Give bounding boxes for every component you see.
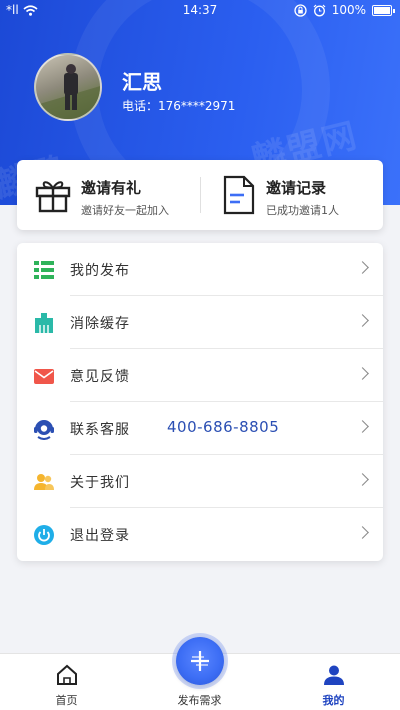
menu-item-feedback[interactable]: 意见反馈 [17, 349, 383, 402]
nav-label-publish: 发布需求 [177, 694, 222, 707]
invite-record-subtitle: 已成功邀请1人 [266, 204, 339, 217]
invite-record-title: 邀请记录 [266, 179, 327, 197]
invite-gift-title: 邀请有礼 [81, 179, 142, 197]
power-icon [34, 525, 54, 545]
nav-label-mine: 我的 [322, 694, 345, 707]
battery-percent: 100% [331, 3, 366, 17]
chevron-right-icon [356, 367, 369, 380]
nav-tab-home[interactable]: 首页 [0, 654, 133, 710]
document-icon [223, 175, 255, 215]
invite-gift-subtitle: 邀请好友一起加入 [81, 204, 169, 217]
avatar[interactable] [34, 53, 102, 121]
chevron-right-icon [356, 261, 369, 274]
menu-card: 我的发布 消除缓存 意见反馈 联系客服 400-686-8805 关于我们 退出… [17, 243, 383, 561]
invite-card: 邀请有礼 邀请好友一起加入 邀请记录 已成功邀请1人 [17, 160, 383, 230]
chevron-right-icon [356, 314, 369, 327]
publish-button[interactable] [176, 637, 224, 685]
nav-label-home: 首页 [55, 694, 78, 707]
menu-item-clear-cache[interactable]: 消除缓存 [17, 296, 383, 349]
menu-item-customer-service[interactable]: 联系客服 400-686-8805 [17, 402, 383, 455]
service-phone-number[interactable]: 400-686-8805 [167, 418, 279, 436]
user-icon [323, 665, 344, 685]
list-icon [34, 261, 54, 279]
nav-tab-mine[interactable]: 我的 [267, 654, 400, 710]
chevron-right-icon [356, 420, 369, 433]
menu-item-my-posts[interactable]: 我的发布 [17, 243, 383, 296]
menu-item-logout[interactable]: 退出登录 [17, 508, 383, 561]
user-phone: 电话：176****2971 [122, 99, 236, 113]
chevron-right-icon [356, 473, 369, 486]
mail-icon [34, 369, 54, 384]
invite-record-button[interactable]: 邀请记录 已成功邀请1人 [200, 160, 383, 230]
menu-label: 消除缓存 [70, 316, 130, 332]
menu-label: 联系客服 [70, 422, 130, 438]
alarm-icon [313, 4, 326, 16]
gift-icon [35, 181, 71, 213]
status-bar: *ll 14:37 100% [0, 0, 400, 22]
user-name: 汇思 [122, 70, 162, 94]
home-icon [56, 664, 77, 685]
menu-label: 关于我们 [70, 475, 130, 491]
users-icon [34, 474, 54, 490]
menu-label: 退出登录 [70, 528, 130, 544]
battery-icon [372, 4, 395, 16]
chevron-right-icon [356, 526, 369, 539]
broom-icon [35, 313, 53, 333]
menu-label: 意见反馈 [70, 369, 130, 385]
invite-gift-button[interactable]: 邀请有礼 邀请好友一起加入 [17, 160, 200, 230]
menu-label: 我的发布 [70, 263, 130, 279]
rotation-lock-icon [294, 3, 307, 17]
headset-icon [34, 420, 54, 440]
menu-item-about-us[interactable]: 关于我们 [17, 455, 383, 508]
plus-icon [191, 651, 209, 671]
